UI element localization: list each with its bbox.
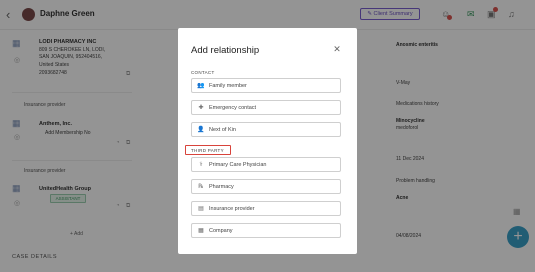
option-company[interactable]: ▦ Company [191,223,341,238]
option-label: Family member [209,83,247,89]
option-label: Pharmacy [209,184,234,190]
modal-title: Add relationship [191,45,260,56]
option-primary-care-physician[interactable]: ⚕ Primary Care Physician [191,157,341,172]
contact-section-label: CONTACT [191,70,215,75]
stethoscope-icon: ⚕ [199,162,203,168]
option-emergency-contact[interactable]: ✚ Emergency contact [191,100,341,115]
option-label: Primary Care Physician [209,162,267,168]
add-relationship-modal: Add relationship ✕ CONTACT 👥 Family memb… [178,28,357,254]
option-label: Company [209,228,233,234]
option-family-member[interactable]: 👥 Family member [191,78,341,93]
close-icon[interactable]: ✕ [332,44,342,54]
option-next-of-kin[interactable]: 👤 Next of Kin [191,122,341,137]
person-icon: 👤 [197,127,205,133]
option-label: Next of Kin [209,127,236,133]
highlight-box [185,145,231,155]
option-label: Emergency contact [209,105,257,111]
company-icon: ▦ [198,228,204,234]
option-pharmacy[interactable]: ℞ Pharmacy [191,179,341,194]
option-insurance-provider[interactable]: ▤ Insurance provider [191,201,341,216]
option-label: Insurance provider [209,206,255,212]
emergency-icon: ✚ [198,105,204,111]
pharmacy-icon: ℞ [198,184,204,190]
family-icon: 👥 [197,83,205,89]
insurance-icon: ▤ [198,206,204,212]
